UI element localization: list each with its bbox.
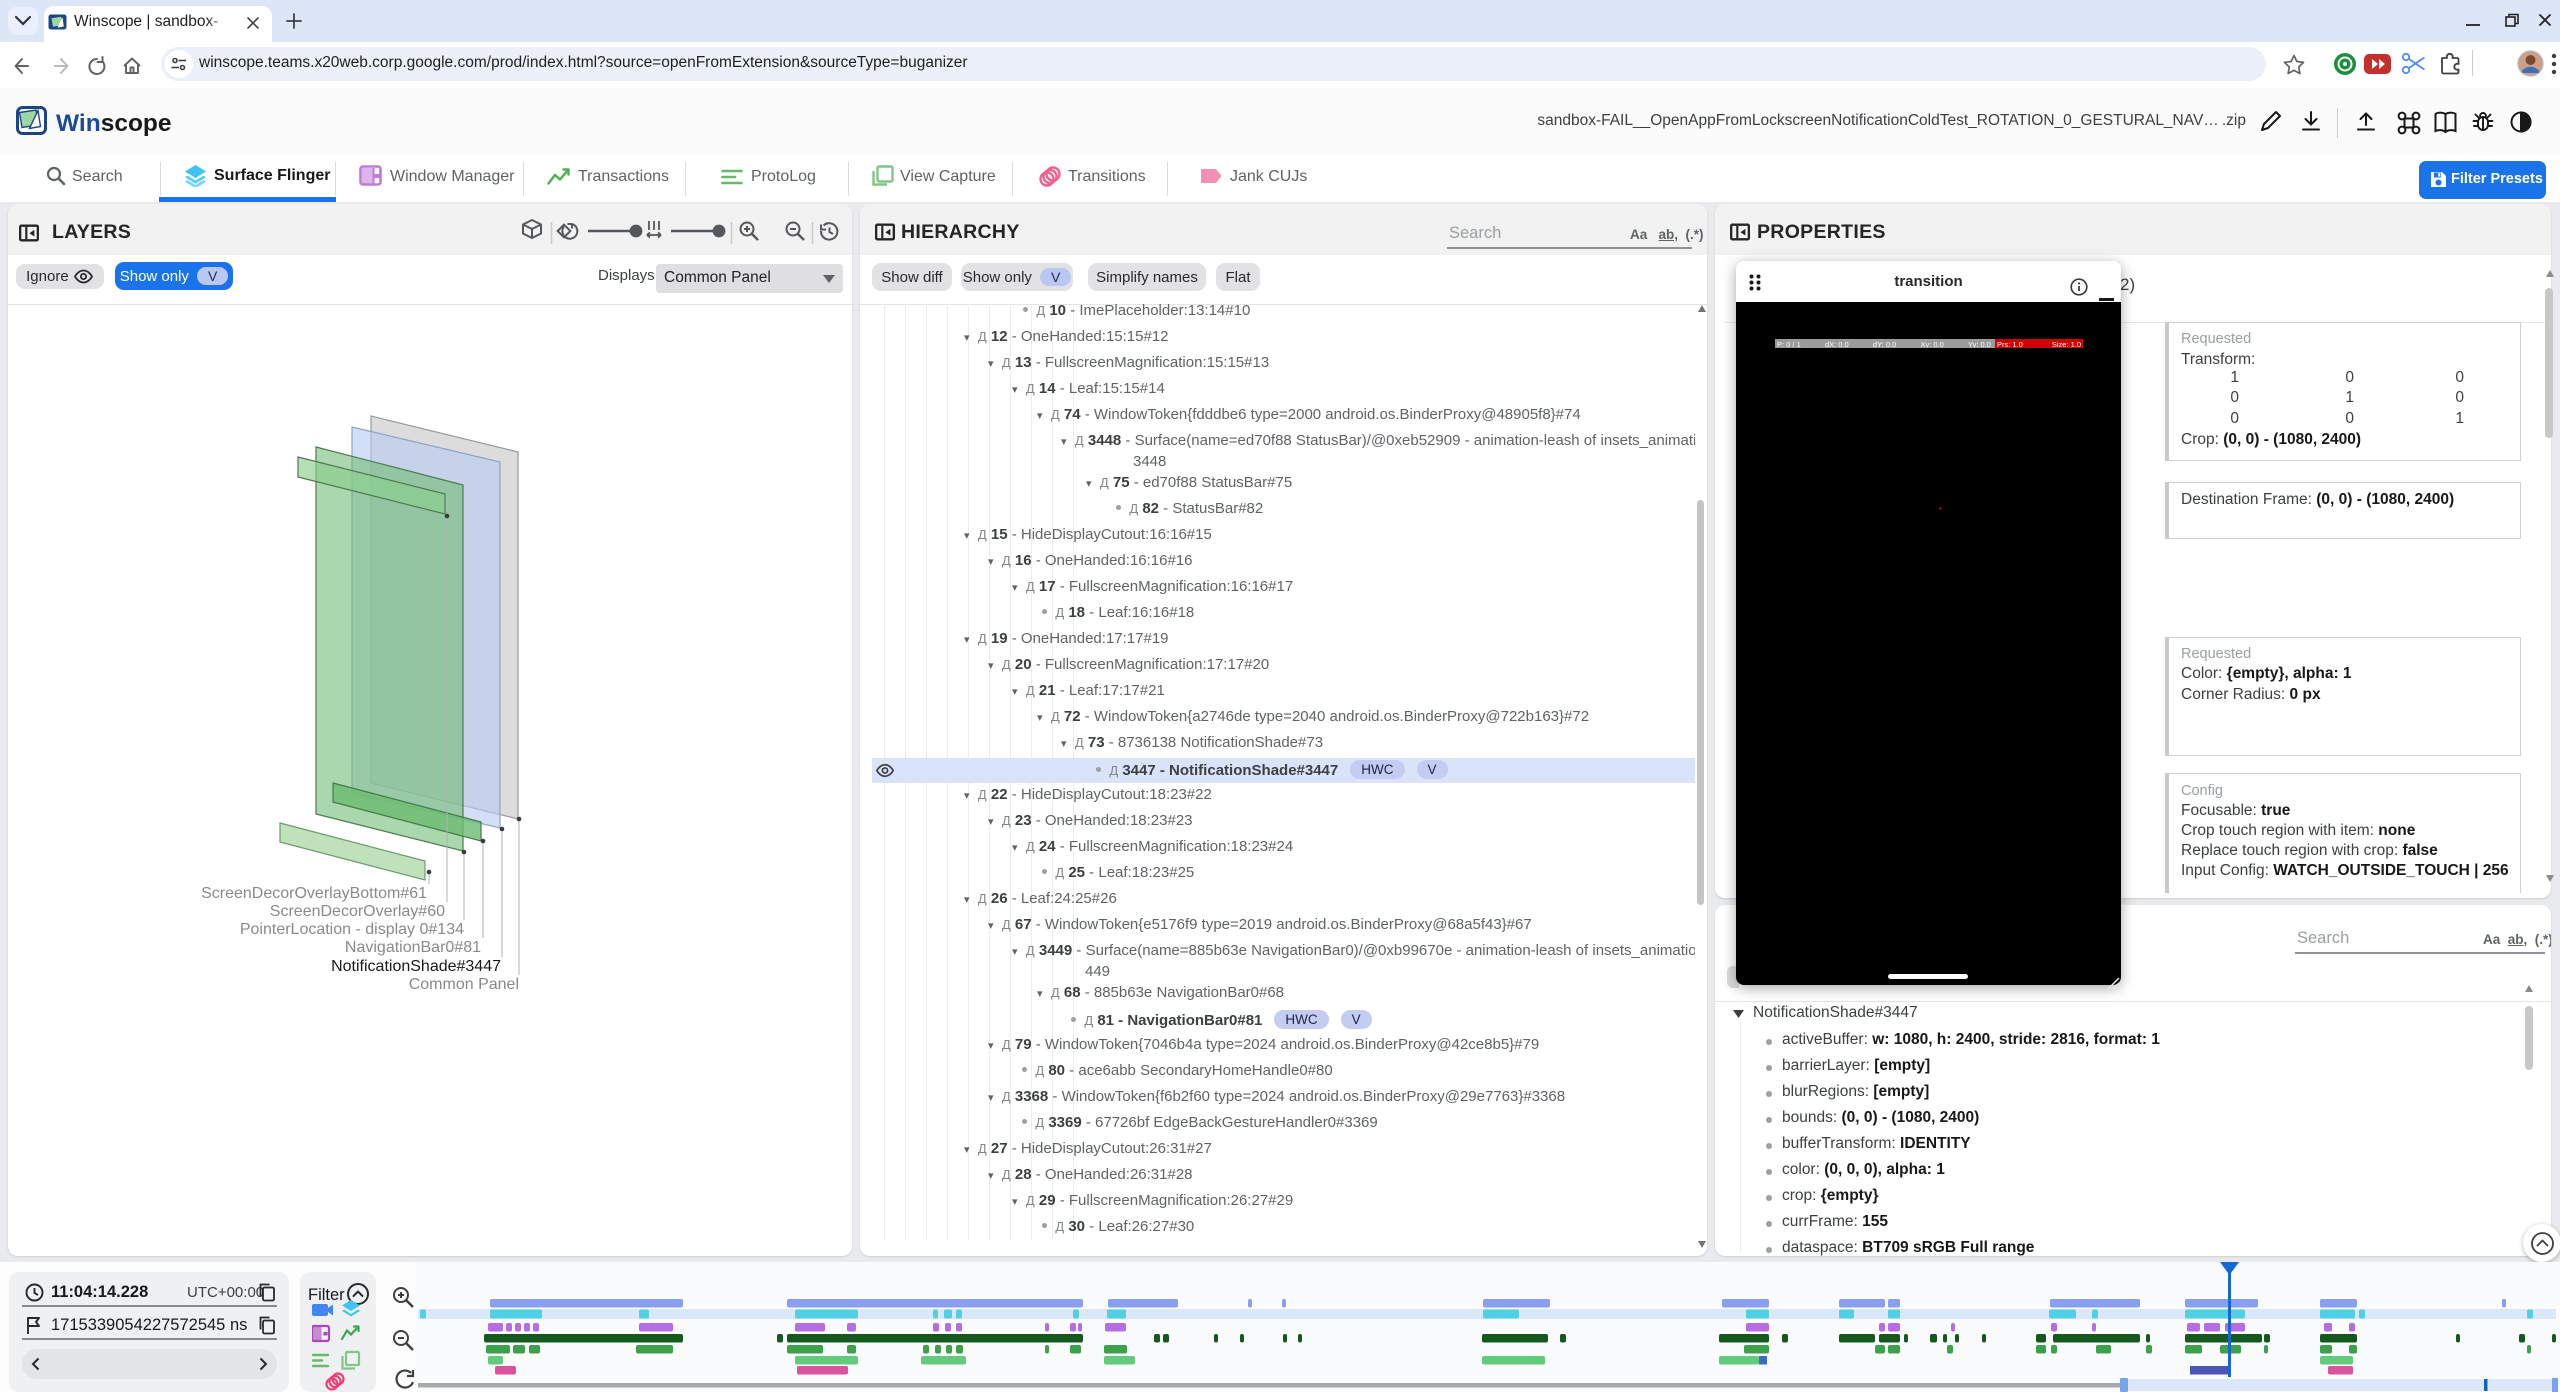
svg-text:NavigationBar0#81: NavigationBar0#81 xyxy=(345,939,481,956)
svg-text:PointerLocation - display 0#13: PointerLocation - display 0#134 xyxy=(240,921,464,938)
svg-text:NotificationShade#3447: NotificationShade#3447 xyxy=(331,958,501,975)
svg-text:ScreenDecorOverlay#60: ScreenDecorOverlay#60 xyxy=(270,903,445,920)
svg-text:ScreenDecorOverlayBottom#61: ScreenDecorOverlayBottom#61 xyxy=(201,885,427,902)
svg-text:Common Panel: Common Panel xyxy=(409,976,519,993)
